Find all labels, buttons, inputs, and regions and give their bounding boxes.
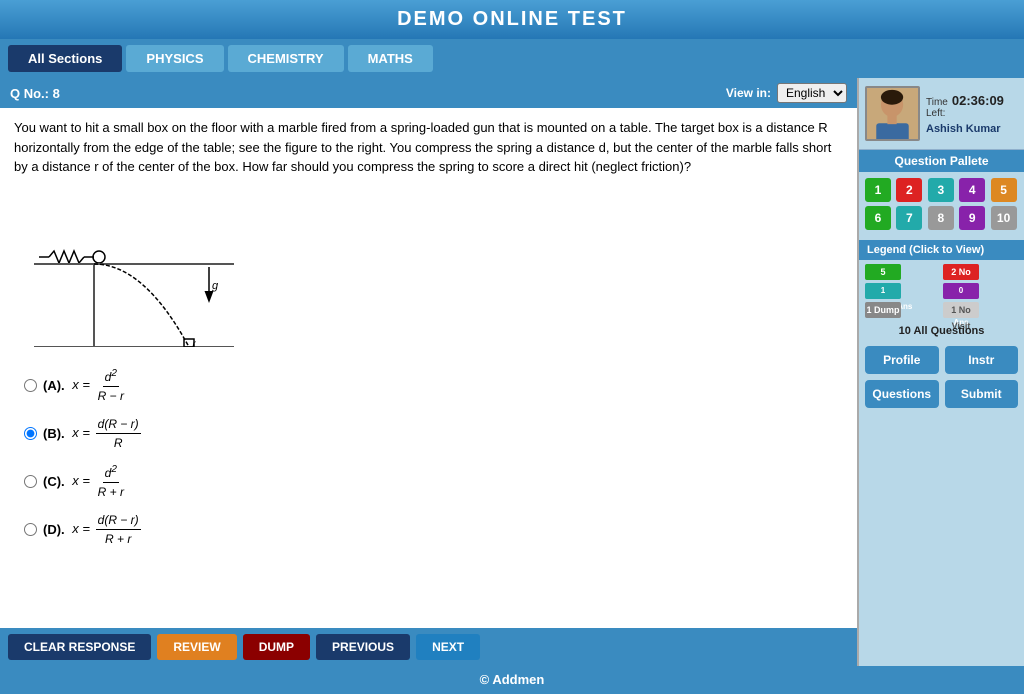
- palette-section: Question Pallete 1 2 3 4 5 6 7 8 9 10: [859, 150, 1024, 236]
- palette-q1[interactable]: 1: [865, 178, 891, 202]
- right-action-btns-row1: Profile Instr: [859, 340, 1024, 380]
- question-number: Q No.: 8: [10, 86, 60, 101]
- profile-button[interactable]: Profile: [865, 346, 939, 374]
- question-header-bar: Q No.: 8 View in: English Hindi: [0, 78, 857, 108]
- language-select[interactable]: English Hindi: [777, 83, 847, 103]
- svg-text:g: g: [212, 280, 219, 292]
- footer: © Addmen: [0, 666, 1024, 694]
- tab-physics[interactable]: PHYSICS: [126, 45, 223, 72]
- palette-q8[interactable]: 8: [928, 206, 954, 230]
- legend-no-answer-badge: 2 No Answer: [943, 264, 979, 280]
- user-name: Ashish Kumar: [926, 123, 1004, 135]
- option-c-label: (C).: [43, 472, 65, 492]
- legend-review-no-ans-badge: 0 Review-Ans: [943, 283, 979, 299]
- all-questions: 10 All Questions: [859, 322, 1024, 340]
- physics-diagram: g R r: [34, 187, 244, 347]
- time-value: 02:36:09: [952, 93, 1004, 108]
- time-row: TimeLeft: 02:36:09: [926, 93, 1004, 119]
- option-a-label: (A).: [43, 376, 65, 396]
- legend-review-ans-badge: 1 Review+Ans: [865, 283, 901, 299]
- legend-no-answer: 2 No Answer: [943, 264, 1018, 280]
- view-in-label: View in:: [726, 86, 771, 100]
- right-action-btns-row2: Questions Submit: [859, 380, 1024, 414]
- legend-answer: 5 Answer: [865, 264, 940, 280]
- bottom-action-bar: CLEAR RESPONSE REVIEW DUMP PREVIOUS NEXT: [0, 628, 857, 666]
- option-a-expr: x = d2 R − r: [69, 366, 128, 405]
- legend-dump-badge: 1 Dump: [865, 302, 901, 318]
- legend-grid: 5 Answer 2 No Answer 1 Review+Ans 0 Revi…: [859, 260, 1024, 322]
- option-c: (C). x = d2 R + r: [24, 462, 833, 501]
- question-text: You want to hit a small box on the floor…: [14, 118, 843, 177]
- profile-info: TimeLeft: 02:36:09 Ashish Kumar: [926, 93, 1004, 135]
- legend-no-visit-badge: 1 No Visit: [943, 302, 979, 318]
- avatar-image: [867, 88, 918, 139]
- submit-button[interactable]: Submit: [945, 380, 1019, 408]
- legend-no-visit: 1 No Visit: [943, 302, 1018, 318]
- option-b-expr: x = d(R − r) R: [69, 415, 143, 452]
- footer-text: © Addmen: [480, 672, 545, 687]
- palette-q3[interactable]: 3: [928, 178, 954, 202]
- section-tabs: All Sections PHYSICS CHEMISTRY MATHS: [0, 39, 1024, 78]
- option-a-radio[interactable]: [24, 379, 37, 392]
- palette-q7[interactable]: 7: [896, 206, 922, 230]
- profile-section: TimeLeft: 02:36:09 Ashish Kumar: [859, 78, 1024, 150]
- legend-header[interactable]: Legend (Click to View): [859, 240, 1024, 260]
- clear-response-button[interactable]: CLEAR RESPONSE: [8, 634, 151, 660]
- tab-chemistry[interactable]: CHEMISTRY: [228, 45, 344, 72]
- option-b-radio[interactable]: [24, 427, 37, 440]
- option-b-label: (B).: [43, 424, 65, 444]
- option-d-radio[interactable]: [24, 523, 37, 536]
- palette-q6[interactable]: 6: [865, 206, 891, 230]
- palette-q10[interactable]: 10: [991, 206, 1017, 230]
- previous-button[interactable]: PREVIOUS: [316, 634, 410, 660]
- diagram: g R r: [34, 187, 843, 353]
- dump-button[interactable]: DUMP: [243, 634, 310, 660]
- option-d-expr: x = d(R − r) R + r: [69, 511, 143, 548]
- palette-grid: 1 2 3 4 5 6 7 8 9 10: [859, 172, 1024, 236]
- instr-button[interactable]: Instr: [945, 346, 1019, 374]
- legend-section: Legend (Click to View) 5 Answer 2 No Ans…: [859, 240, 1024, 340]
- options-list: (A). x = d2 R − r (B). x =: [14, 366, 843, 548]
- next-button[interactable]: NEXT: [416, 634, 480, 660]
- option-d-label: (D).: [43, 520, 65, 540]
- palette-q4[interactable]: 4: [959, 178, 985, 202]
- review-button[interactable]: REVIEW: [157, 634, 236, 660]
- option-c-expr: x = d2 R + r: [69, 462, 128, 501]
- tab-all-sections[interactable]: All Sections: [8, 45, 122, 72]
- time-label: TimeLeft:: [926, 97, 948, 119]
- question-panel: Q No.: 8 View in: English Hindi You want…: [0, 78, 859, 666]
- tab-maths[interactable]: MATHS: [348, 45, 433, 72]
- palette-q2[interactable]: 2: [896, 178, 922, 202]
- question-body: You want to hit a small box on the floor…: [0, 108, 857, 628]
- option-c-radio[interactable]: [24, 475, 37, 488]
- main-layout: Q No.: 8 View in: English Hindi You want…: [0, 78, 1024, 666]
- questions-button[interactable]: Questions: [865, 380, 939, 408]
- avatar: [865, 86, 920, 141]
- view-in-container: View in: English Hindi: [726, 83, 847, 103]
- right-panel: TimeLeft: 02:36:09 Ashish Kumar Question…: [859, 78, 1024, 666]
- legend-dump: 1 Dump: [865, 302, 940, 318]
- palette-q5[interactable]: 5: [991, 178, 1017, 202]
- legend-answer-badge: 5 Answer: [865, 264, 901, 280]
- page-title: DEMO ONLINE TEST: [397, 8, 627, 30]
- palette-header: Question Pallete: [859, 150, 1024, 172]
- option-b: (B). x = d(R − r) R: [24, 415, 833, 452]
- legend-review-no-ans: 0 Review-Ans: [943, 283, 1018, 299]
- option-d: (D). x = d(R − r) R + r: [24, 511, 833, 548]
- palette-q9[interactable]: 9: [959, 206, 985, 230]
- svg-text:r: r: [192, 339, 196, 347]
- legend-review-ans: 1 Review+Ans: [865, 283, 940, 299]
- page-header: DEMO ONLINE TEST: [0, 0, 1024, 39]
- option-a: (A). x = d2 R − r: [24, 366, 833, 405]
